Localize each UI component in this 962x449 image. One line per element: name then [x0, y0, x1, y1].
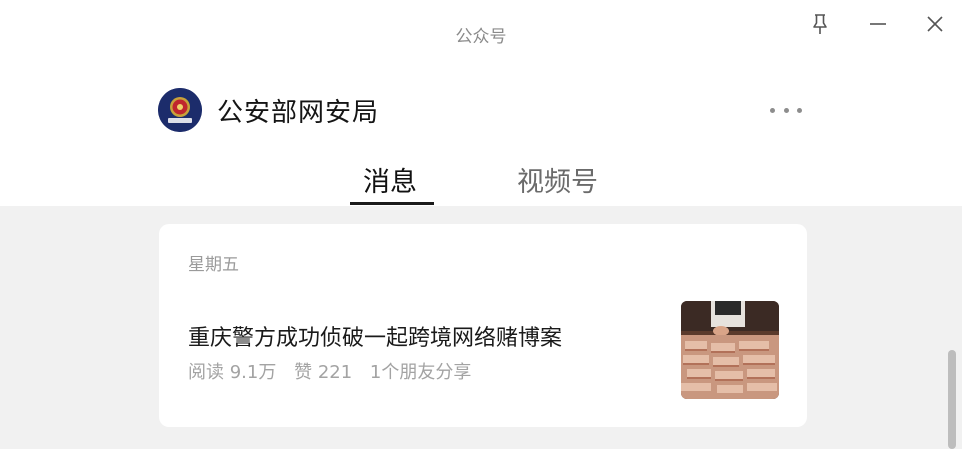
more-dots-icon — [770, 107, 775, 113]
tab-channels[interactable]: 视频号 — [517, 160, 598, 199]
pin-button[interactable] — [806, 10, 834, 38]
active-tab-indicator — [350, 202, 434, 205]
read-count: 阅读 9.1万 — [188, 362, 277, 383]
article-title[interactable]: 重庆警方成功侦破一起跨境网络赌博案 — [188, 320, 562, 352]
close-button[interactable] — [921, 10, 949, 38]
close-icon — [927, 16, 943, 32]
more-dots-icon — [797, 107, 802, 113]
police-emblem-icon — [158, 88, 202, 132]
account-name: 公安部网安局 — [217, 98, 380, 128]
message-date: 星期五 — [188, 255, 239, 275]
title-bar: 公众号 — [0, 0, 962, 70]
cash-stacks-photo — [681, 301, 779, 399]
article-thumbnail[interactable] — [681, 301, 779, 399]
more-options-button[interactable] — [766, 98, 806, 122]
message-feed[interactable]: 星期五 重庆警方成功侦破一起跨境网络赌博案 阅读 9.1万 赞 221 1个朋友… — [0, 206, 962, 449]
article-stats: 阅读 9.1万 赞 221 1个朋友分享 — [188, 358, 483, 384]
article-card[interactable]: 星期五 重庆警方成功侦破一起跨境网络赌博案 阅读 9.1万 赞 221 1个朋友… — [159, 224, 807, 427]
minimize-button[interactable] — [864, 10, 892, 38]
avatar[interactable] — [158, 88, 202, 132]
friend-share-count: 1个朋友分享 — [369, 362, 472, 383]
like-count: 赞 221 — [294, 362, 353, 383]
tab-messages[interactable]: 消息 — [363, 160, 417, 199]
tab-bar: 消息 视频号 — [0, 150, 962, 206]
more-dots-icon — [783, 107, 789, 113]
feed-scrollbar[interactable] — [948, 350, 956, 449]
pin-icon — [813, 14, 827, 34]
account-header: 公安部网安局 — [0, 70, 962, 150]
minimize-icon — [870, 23, 886, 25]
